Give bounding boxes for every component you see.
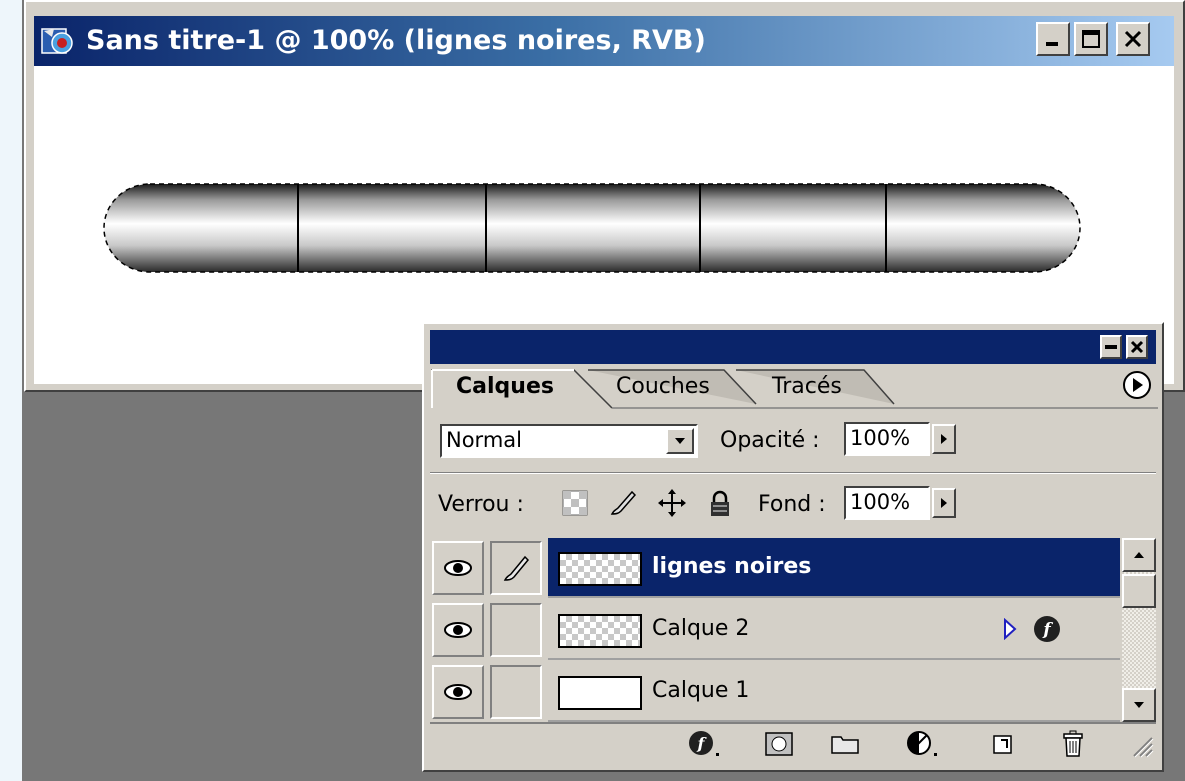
lock-move-icon[interactable] [656, 487, 688, 519]
new-layer-button[interactable] [986, 728, 1020, 760]
visibility-toggle[interactable] [432, 541, 484, 595]
tab-traces[interactable]: Tracés [772, 374, 842, 399]
layer-mask-button[interactable] [762, 728, 796, 760]
layer-row-calque-2[interactable]: Calque 2 f [430, 600, 1120, 660]
layer-thumbnail [558, 552, 642, 586]
close-icon [1130, 340, 1144, 354]
blend-mode-dropdown-button[interactable] [666, 428, 694, 454]
layer-thumbnail [558, 614, 642, 648]
visibility-toggle[interactable] [432, 603, 484, 657]
palette-footer: f [430, 722, 1156, 762]
lock-brush-icon[interactable] [608, 488, 638, 518]
link-cell[interactable] [490, 541, 542, 595]
minimize-icon [1105, 345, 1117, 349]
fill-value: 100% [850, 490, 911, 514]
expand-effects-icon[interactable] [1002, 618, 1018, 640]
layer-item-active[interactable]: lignes noires [548, 538, 1120, 598]
eye-icon [444, 622, 472, 638]
layer-item[interactable]: Calque 1 [548, 662, 1120, 722]
tab-calques[interactable]: Calques [456, 374, 554, 399]
lock-label: Verrou : [438, 492, 524, 517]
layer-row-lignes-noires[interactable]: lignes noires [430, 538, 1120, 598]
visibility-toggle[interactable] [432, 665, 484, 719]
maximize-icon [1082, 30, 1100, 48]
resize-grip-icon[interactable] [1128, 732, 1154, 758]
delete-layer-button[interactable] [1056, 728, 1090, 760]
separator [430, 472, 1156, 474]
layer-style-icon: f [689, 731, 719, 756]
new-set-icon [831, 736, 859, 754]
fill-label: Fond : [758, 492, 826, 517]
palette-menu-icon[interactable] [1122, 370, 1152, 400]
fill-arrow-button[interactable] [932, 488, 956, 518]
lock-transparency-icon[interactable] [562, 490, 588, 516]
layer-effects-icon[interactable]: f [1032, 614, 1062, 644]
palette-minimize-button[interactable] [1100, 335, 1122, 359]
layer-thumbnail [558, 676, 642, 710]
layer-row-calque-1[interactable]: Calque 1 [430, 662, 1120, 722]
minimize-button[interactable] [1036, 22, 1070, 56]
scroll-thumb[interactable] [1122, 574, 1156, 608]
opacity-arrow-button[interactable] [932, 424, 956, 454]
fill-input[interactable]: 100% [844, 486, 930, 520]
adjustment-layer-icon [907, 731, 937, 756]
opacity-input[interactable]: 100% [844, 422, 930, 456]
close-button[interactable] [1116, 22, 1150, 56]
link-cell[interactable] [490, 665, 542, 719]
chevron-right-icon [941, 498, 947, 508]
layer-name: Calque 2 [652, 616, 750, 641]
layer-list: lignes noires Calque 2 f Calque 1 [430, 538, 1120, 722]
chevron-down-icon [675, 438, 685, 444]
brush-icon [503, 555, 530, 581]
palette-close-button[interactable] [1126, 335, 1148, 359]
new-set-button[interactable] [828, 728, 862, 760]
scroll-up-button[interactable] [1122, 538, 1156, 572]
trash-icon [1063, 730, 1083, 757]
layer-mask-icon [765, 732, 793, 756]
layers-scrollbar[interactable] [1122, 538, 1156, 722]
lock-all-icon[interactable] [708, 490, 732, 518]
chevron-down-icon [1134, 702, 1144, 708]
blend-mode-select[interactable]: Normal [440, 424, 698, 458]
layer-name: Calque 1 [652, 678, 750, 703]
minimize-icon [1046, 42, 1058, 46]
layer-name: lignes noires [652, 554, 812, 579]
close-icon [1124, 30, 1142, 48]
eye-icon [444, 560, 472, 576]
eye-icon [444, 684, 472, 700]
scroll-down-button[interactable] [1122, 688, 1156, 722]
chevron-up-icon [1134, 552, 1144, 558]
photoshop-doc-icon [41, 28, 73, 54]
layers-palette: Calques Couches Tracés Normal Opacité : … [422, 322, 1164, 772]
palette-titlebar[interactable] [430, 330, 1156, 364]
blend-mode-value: Normal [446, 428, 522, 452]
opacity-label: Opacité : [720, 428, 820, 453]
document-title: Sans titre-1 @ 100% (lignes noires, RVB) [86, 25, 706, 56]
document-titlebar[interactable]: Sans titre-1 @ 100% (lignes noires, RVB) [34, 16, 1174, 66]
link-cell[interactable] [490, 603, 542, 657]
maximize-button[interactable] [1074, 22, 1108, 56]
opacity-value: 100% [850, 426, 911, 450]
chevron-right-icon [941, 434, 947, 444]
adjustment-layer-button[interactable] [906, 728, 940, 760]
layer-item[interactable]: Calque 2 f [548, 600, 1120, 660]
layer-style-button[interactable]: f [688, 728, 722, 760]
new-layer-icon [993, 735, 1012, 754]
tab-couches[interactable]: Couches [616, 374, 710, 399]
